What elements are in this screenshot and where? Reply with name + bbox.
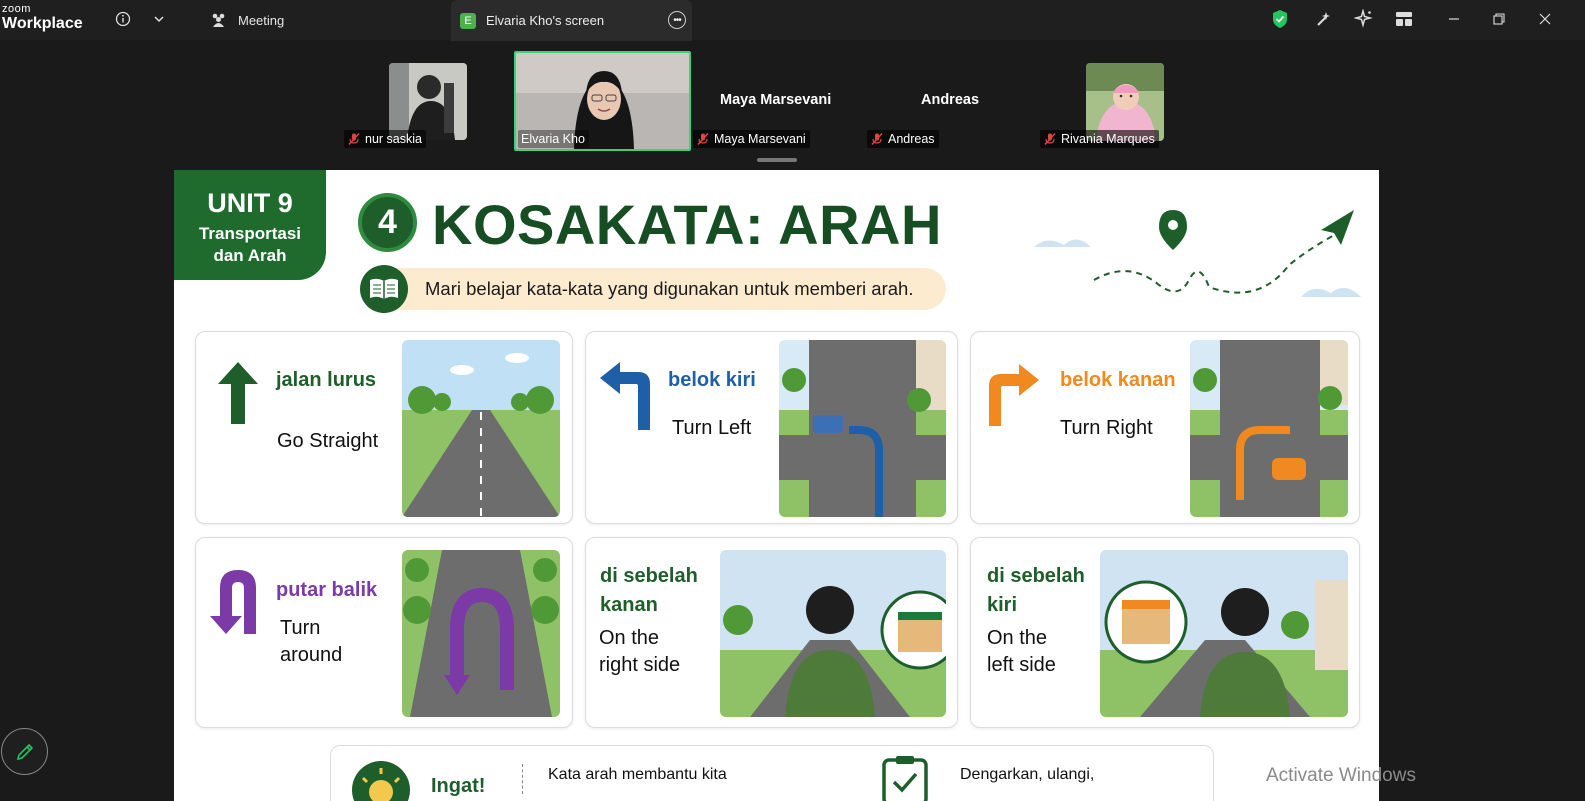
vocab-term-line2: kiri <box>987 594 1018 616</box>
vocab-card-turn-around: putar balik Turn around <box>195 537 573 728</box>
pencil-icon <box>16 743 33 760</box>
clipboard-check-icon <box>882 756 928 801</box>
cloud-icon <box>1301 287 1361 297</box>
user-initial-badge: E <box>460 12 476 29</box>
arrow-turn-right-icon <box>989 364 1039 426</box>
minimize-icon[interactable] <box>1443 8 1465 30</box>
vocab-meaning-line1: Turn <box>280 617 321 639</box>
reminder-box: Ingat! Kata arah membantu kita Dengarkan… <box>330 745 1214 801</box>
more-options-icon[interactable]: ••• <box>668 11 686 29</box>
tab-meeting[interactable]: Meeting <box>200 0 294 40</box>
unit-topic-line2: dan Arah <box>213 246 287 265</box>
section-number: 4 <box>358 193 417 252</box>
security-shield-icon[interactable] <box>1269 8 1291 30</box>
slide-subtitle: Mari belajar kata-kata yang digunakan un… <box>425 278 914 299</box>
zoom-logo: zoom Workplace <box>2 4 83 32</box>
annotation-pencil-button[interactable] <box>1 728 48 775</box>
road-u-turn-image <box>402 550 560 717</box>
vocab-meaning-line1: On the <box>599 627 660 649</box>
vocab-meaning-line2: left side <box>987 654 1056 676</box>
mic-muted-icon <box>871 132 883 146</box>
vocab-card-turn-right: belok kanan Turn Right <box>970 331 1360 524</box>
vocab-card-left-side: di sebelah kiri On the left side <box>970 537 1360 728</box>
unit-topic-line1: Transportasi <box>198 224 302 243</box>
unit-badge: UNIT 9 Transportasi dan Arah <box>174 170 326 280</box>
arrow-turn-left-icon <box>600 362 650 430</box>
vocab-meaning-line2: around <box>280 644 343 666</box>
road-turn-right-image <box>1190 340 1348 517</box>
close-icon[interactable] <box>1534 8 1556 30</box>
vocab-meaning: Turn Left <box>672 417 752 439</box>
lightbulb-sun-icon <box>352 761 410 801</box>
vocab-term-line1: di sebelah <box>600 565 698 587</box>
participant-name: Maya Marsevani <box>714 132 806 146</box>
chevron-down-icon[interactable] <box>148 8 170 30</box>
participant-display-name: Andreas <box>921 92 980 108</box>
participant-nametag: Andreas <box>867 130 939 148</box>
apps-icon[interactable] <box>1393 8 1415 30</box>
mic-muted-icon <box>348 132 360 146</box>
participant-name: nur saskia <box>365 132 422 146</box>
vocab-meaning: Turn Right <box>1060 417 1153 439</box>
vocab-card-straight: jalan lurus Go Straight <box>195 331 573 524</box>
vocab-term: putar balik <box>276 579 378 601</box>
paper-plane-icon <box>1321 210 1354 245</box>
annotate-icon[interactable] <box>1313 8 1335 30</box>
participant-nametag: Elvaria Kho <box>518 130 589 148</box>
vocab-meaning: Go Straight <box>277 430 379 452</box>
restore-icon[interactable] <box>1488 8 1510 30</box>
left-side-image <box>1100 550 1348 717</box>
divider <box>522 764 523 794</box>
logo-line1: zoom <box>2 3 31 15</box>
right-side-image <box>720 550 946 717</box>
vocab-card-right-side: di sebelah kanan On the right side <box>585 537 958 728</box>
vocab-card-turn-left: belok kiri Turn Left <box>585 331 958 524</box>
road-turn-left-image <box>779 340 946 517</box>
vocab-term-line2: kanan <box>600 594 658 616</box>
book-icon <box>360 265 408 313</box>
map-pin-icon <box>1159 210 1187 250</box>
reminder-text: Kata arah membantu kita <box>548 766 727 783</box>
mic-muted-icon <box>1044 132 1056 146</box>
vocab-meaning-line1: On the <box>987 627 1048 649</box>
mic-muted-icon <box>697 132 709 146</box>
tip-text: Dengarkan, ulangi, <box>960 766 1095 783</box>
participant-video <box>389 63 467 140</box>
unit-label: UNIT 9 <box>207 188 293 218</box>
reminder-label: Ingat! <box>431 775 486 797</box>
info-icon[interactable] <box>112 8 134 30</box>
vocab-term: belok kiri <box>668 369 756 391</box>
vocab-term: jalan lurus <box>276 369 377 391</box>
participant-display-name: Maya Marsevani <box>720 92 832 108</box>
participant-name: Rivania Marques <box>1061 132 1155 146</box>
tab-meeting-label: Meeting <box>238 12 285 28</box>
participants-icon <box>212 13 225 27</box>
arrow-up-icon <box>218 362 258 424</box>
ai-companion-icon[interactable] <box>1353 8 1375 30</box>
participant-nametag: Rivania Marques <box>1040 130 1159 148</box>
shared-screen-slide: UNIT 9 Transportasi dan Arah 4 KOSAKATA:… <box>174 170 1379 801</box>
title-bar: zoom Workplace Meeting E Elvaria Kho's s… <box>0 0 1585 41</box>
windows-activation-watermark: Activate Windows <box>1266 765 1416 786</box>
route-illustration <box>1034 210 1361 297</box>
participant-name: Elvaria Kho <box>521 132 585 146</box>
cloud-icon <box>1034 239 1091 247</box>
slide-title: KOSAKATA: ARAH <box>432 193 942 256</box>
vocab-meaning-line2: right side <box>599 654 681 676</box>
participant-nametag: nur saskia <box>344 130 426 148</box>
participant-name: Andreas <box>888 132 935 146</box>
vocab-term-line1: di sebelah <box>987 565 1085 587</box>
tab-screen-label: Elvaria Kho's screen <box>486 13 605 28</box>
video-strip-resize-handle[interactable] <box>757 158 797 162</box>
road-straight-image <box>402 340 560 517</box>
participant-nametag: Maya Marsevani <box>693 130 810 148</box>
vocab-term: belok kanan <box>1060 369 1176 391</box>
logo-line2: Workplace <box>2 15 83 32</box>
arrow-u-turn-icon <box>210 570 256 634</box>
tab-shared-screen[interactable]: E Elvaria Kho's screen ••• <box>451 0 692 41</box>
